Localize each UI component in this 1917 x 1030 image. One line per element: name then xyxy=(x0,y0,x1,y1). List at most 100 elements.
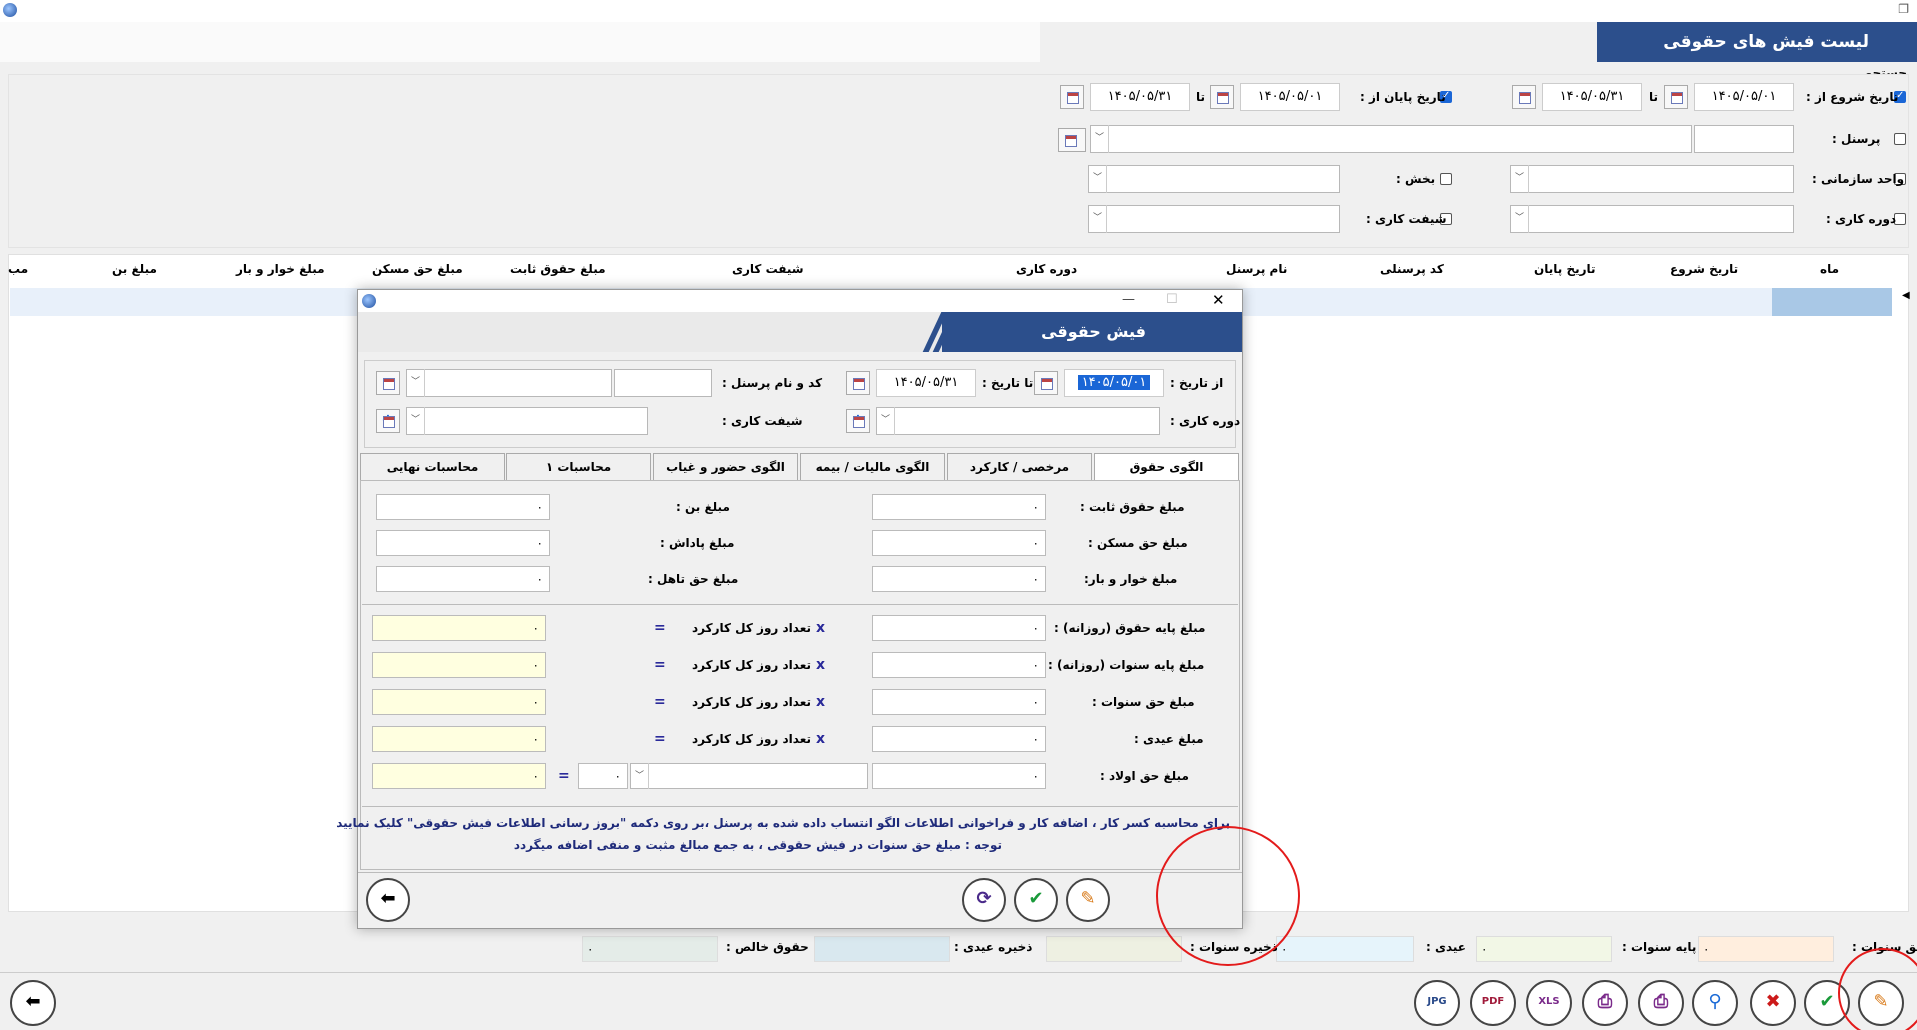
search-button[interactable]: ⚲ xyxy=(1692,980,1738,1026)
calendar-icon[interactable] xyxy=(1060,85,1084,109)
calendar-icon[interactable] xyxy=(1664,85,1688,109)
housing-input[interactable]: ۰ xyxy=(872,530,1046,556)
grid-header-more[interactable]: مب xyxy=(8,262,28,276)
calendar-icon[interactable] xyxy=(846,371,870,395)
tab-attendance[interactable]: الگوی حضور و غیاب xyxy=(653,453,798,481)
grid-header-month[interactable]: ماه xyxy=(1820,262,1839,276)
grid-header-end-date[interactable]: تاریخ پایان xyxy=(1534,262,1596,276)
chevron-down-icon[interactable]: ﹀ xyxy=(407,407,425,435)
section-select[interactable]: ﹀ xyxy=(1088,165,1340,193)
children-count-input[interactable]: ۰ xyxy=(578,763,628,789)
from-date-field[interactable]: ۱۴۰۵/۰۵/۰۱ xyxy=(1064,369,1164,397)
chevron-down-icon[interactable]: ﹀ xyxy=(1089,205,1107,233)
sanavat-daily-input[interactable]: ۰ xyxy=(872,652,1046,678)
net-salary-label: حقوق خالص : xyxy=(726,940,809,954)
tab-salary-pattern[interactable]: الگوی حقوق xyxy=(1094,453,1239,481)
to-date-field[interactable]: ۱۴۰۵/۰۵/۳۱ xyxy=(876,369,976,397)
period-select[interactable]: ﹀ xyxy=(876,407,1160,435)
grid-header-housing[interactable]: مبلغ حق مسکن xyxy=(372,262,463,276)
save-payslip-button[interactable]: ✔ xyxy=(1014,878,1058,922)
grid-header-grocery[interactable]: مبلغ خوار و بار xyxy=(236,262,325,276)
marriage-input[interactable]: ۰ xyxy=(376,566,550,592)
eidi-label: عیدی : xyxy=(1426,940,1467,954)
close-icon[interactable]: ✕ xyxy=(1212,291,1225,309)
refresh-payslip-button[interactable]: ⟳ xyxy=(962,878,1006,922)
add-shift-icon[interactable]: + xyxy=(376,409,400,433)
grid-header-personnel-code[interactable]: کد پرسنلی xyxy=(1380,262,1444,276)
calendar-icon[interactable] xyxy=(1034,371,1058,395)
cancel-button[interactable]: ✖ xyxy=(1750,980,1796,1026)
grid-header-period[interactable]: دوره کاری xyxy=(1016,262,1077,276)
print-button[interactable]: ⎙ xyxy=(1638,980,1684,1026)
end-from-field[interactable]: ۱۴۰۵/۰۵/۰۱ xyxy=(1240,83,1340,111)
chevron-down-icon[interactable]: ﹀ xyxy=(1511,205,1529,233)
personnel-name-select[interactable]: ﹀ xyxy=(406,369,612,397)
grocery-input[interactable]: ۰ xyxy=(872,566,1046,592)
tab-leave-work[interactable]: مرخصی / کارکرد xyxy=(947,453,1092,481)
personnel-code-input[interactable] xyxy=(1694,125,1794,153)
marriage-label: مبلغ حق تاهل : xyxy=(648,572,739,586)
org-unit-select[interactable]: ﹀ xyxy=(1510,165,1794,193)
calendar-icon[interactable] xyxy=(1210,85,1234,109)
personnel-name-select[interactable]: ﹀ xyxy=(1090,125,1692,153)
grid-header-start-date[interactable]: تاریخ شروع xyxy=(1670,262,1738,276)
export-jpg-button[interactable]: JPG xyxy=(1414,980,1460,1026)
grid-header-fixed-salary[interactable]: مبلغ حقوق ثابت xyxy=(510,262,606,276)
personnel-checkbox[interactable] xyxy=(1894,133,1906,145)
back-arrow-icon: ⬅ xyxy=(25,991,41,1012)
grid-header-shift[interactable]: شیفت کاری xyxy=(732,262,804,276)
bon-input[interactable]: ۰ xyxy=(376,494,550,520)
tab-final-calc[interactable]: محاسبات نهایی xyxy=(360,453,505,481)
fixed-salary-label: مبلغ حقوق ثابت : xyxy=(1080,500,1185,514)
chevron-down-icon[interactable]: ﹀ xyxy=(631,763,649,789)
start-date-label: تاریخ شروع از : xyxy=(1806,90,1899,104)
tab-tax-insurance[interactable]: الگوی مالیات / بیمه xyxy=(800,453,945,481)
children-input[interactable]: ۰ xyxy=(872,763,1046,789)
sanavat-input[interactable]: ۰ xyxy=(872,689,1046,715)
eidi-input[interactable]: ۰ xyxy=(872,726,1046,752)
personnel-code-input[interactable] xyxy=(614,369,712,397)
children-count-select[interactable]: ﹀ xyxy=(630,763,868,789)
restore-icon[interactable]: ❐ xyxy=(1898,2,1909,16)
personnel-label: کد و نام پرسنل : xyxy=(722,376,823,390)
edit-payslip-button[interactable]: ✎ xyxy=(1066,878,1110,922)
chevron-down-icon[interactable]: ﹀ xyxy=(1091,125,1109,153)
tab-calc-1[interactable]: محاسبات ۱ xyxy=(506,453,651,481)
search-personnel-icon[interactable] xyxy=(376,371,400,395)
start-from-field[interactable]: ۱۴۰۵/۰۵/۰۱ xyxy=(1694,83,1794,111)
end-to-field[interactable]: ۱۴۰۵/۰۵/۳۱ xyxy=(1090,83,1190,111)
divider xyxy=(362,604,1238,605)
export-pdf-button[interactable]: PDF xyxy=(1470,980,1516,1026)
period-select[interactable]: ﹀ xyxy=(1510,205,1794,233)
note-sanavat: توجه : مبلغ حق سنوات در فیش حقوقی ، به ج… xyxy=(513,838,1002,852)
bonus-input[interactable]: ۰ xyxy=(376,530,550,556)
grid-header-bon[interactable]: مبلغ بن xyxy=(112,262,157,276)
add-period-icon[interactable]: + xyxy=(846,409,870,433)
multiply-sign: x xyxy=(816,694,826,710)
section-checkbox[interactable] xyxy=(1440,173,1452,185)
chevron-down-icon[interactable]: ﹀ xyxy=(407,369,425,397)
chevron-down-icon[interactable]: ﹀ xyxy=(1089,165,1107,193)
children-label: مبلغ حق اولاد : xyxy=(1100,769,1189,783)
minimize-icon[interactable]: — xyxy=(1122,292,1135,307)
start-to-field[interactable]: ۱۴۰۵/۰۵/۳۱ xyxy=(1542,83,1642,111)
dialog-back-button[interactable]: ⬅ xyxy=(366,878,410,922)
fixed-salary-input[interactable]: ۰ xyxy=(872,494,1046,520)
table-row-selected-cell[interactable] xyxy=(1772,288,1892,316)
calendar-icon[interactable] xyxy=(1512,85,1536,109)
equals-sign: = xyxy=(654,620,666,636)
back-button[interactable]: ⬅ xyxy=(10,980,56,1026)
search-personnel-icon[interactable] xyxy=(1058,128,1086,152)
shift-select[interactable]: ﹀ xyxy=(1088,205,1340,233)
chevron-down-icon[interactable]: ﹀ xyxy=(1511,165,1529,193)
dialog-title: فیش حقوقی xyxy=(1041,322,1146,341)
chevron-down-icon[interactable]: ﹀ xyxy=(877,407,895,435)
shift-select[interactable]: ﹀ xyxy=(406,407,648,435)
base-daily-input[interactable]: ۰ xyxy=(872,615,1046,641)
export-xls-button[interactable]: XLS xyxy=(1526,980,1572,1026)
grid-header-personnel-name[interactable]: نام پرسنل xyxy=(1226,262,1287,276)
bonus-label: مبلغ پاداش : xyxy=(660,536,735,550)
work-days-label: تعداد روز کل کارکرد xyxy=(692,621,811,635)
print-preview-button[interactable]: ⎙ xyxy=(1582,980,1628,1026)
back-arrow-icon: ⬅ xyxy=(380,888,396,909)
